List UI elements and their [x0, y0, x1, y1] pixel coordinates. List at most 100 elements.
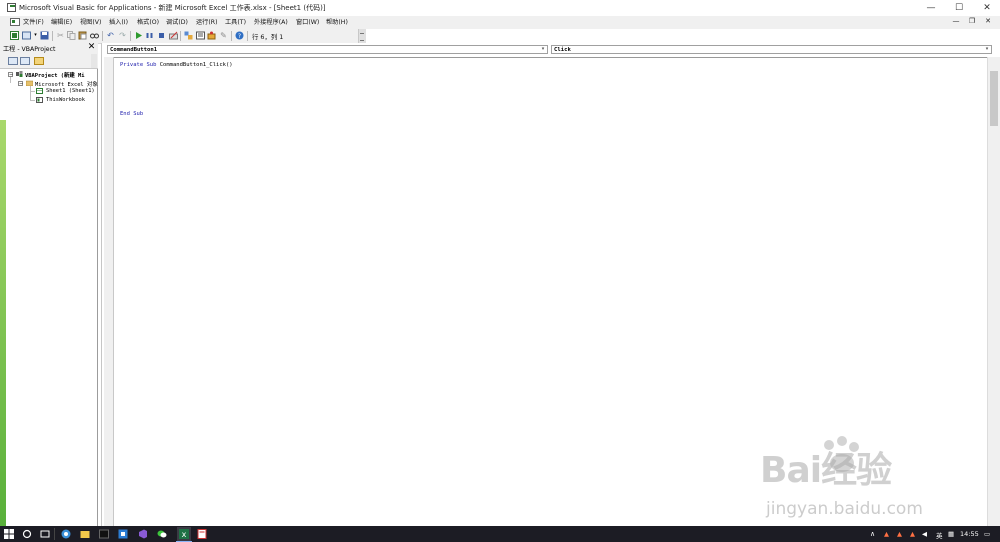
mdi-close-button[interactable]: ✕ [982, 17, 994, 25]
mdi-restore-button[interactable]: ❐ [966, 17, 978, 25]
clock[interactable]: 14:55 [960, 530, 979, 538]
document-app-icon[interactable] [197, 529, 207, 539]
menu-addins[interactable]: 外接程序(A) [254, 18, 288, 28]
taskbar-separator [54, 528, 55, 540]
worksheet-icon [36, 88, 43, 94]
menu-view[interactable]: 视图(V) [80, 18, 101, 28]
menu-window[interactable]: 窗口(W) [296, 18, 319, 28]
tray-app-icon[interactable]: ▲ [910, 530, 915, 538]
toolbox-icon[interactable]: ✎ [219, 31, 228, 40]
vba-app-icon[interactable] [7, 3, 16, 12]
view-excel-icon[interactable] [10, 31, 19, 40]
code-line-sub-declaration[interactable]: Private Sub CommandButton1_Click() [120, 62, 233, 68]
save-icon[interactable] [40, 31, 49, 40]
undo-icon[interactable]: ↶ [106, 31, 115, 40]
design-mode-icon[interactable] [169, 31, 178, 40]
properties-window-icon[interactable] [196, 31, 205, 40]
toolbar-separator [130, 31, 131, 41]
app-icon[interactable] [118, 529, 128, 539]
insert-userform-icon[interactable] [22, 31, 31, 40]
menu-file[interactable]: 文件(F) [23, 18, 44, 28]
close-project-explorer-button[interactable]: ✕ [87, 42, 96, 52]
object-combo[interactable]: CommandButton1 ▾ [107, 45, 548, 54]
toolbar-separator [52, 31, 53, 41]
wechat-icon[interactable] [157, 529, 167, 539]
project-explorer-icon[interactable] [184, 31, 193, 40]
close-window-button[interactable]: ✕ [978, 0, 996, 16]
cursor-position-status: 行 6，列 1 [252, 33, 284, 41]
tray-app-icon[interactable]: ▲ [884, 530, 889, 538]
excel-taskbar-icon[interactable]: x [177, 527, 191, 541]
browser-icon[interactable] [61, 529, 71, 539]
tree-item-sheet1[interactable]: Sheet1 (Sheet1) [46, 88, 95, 94]
file-explorer-icon[interactable] [80, 529, 90, 539]
object-browser-icon[interactable] [207, 31, 216, 40]
code-keyword: End Sub [120, 111, 144, 117]
menu-run[interactable]: 运行(R) [196, 18, 218, 28]
code-editor[interactable]: Private Sub CommandButton1_Click() End S… [114, 57, 987, 527]
project-explorer-panel: 工程 - VBAProject ✕ − VBAProject (新建 Mi − … [0, 42, 98, 526]
redo-icon[interactable]: ↷ [118, 31, 127, 40]
cortana-search-icon[interactable] [22, 529, 32, 539]
view-object-button[interactable] [20, 57, 30, 65]
run-icon[interactable] [134, 31, 143, 40]
window-title: Microsoft Visual Basic for Applications … [19, 4, 326, 12]
windows-taskbar: x ∧ ▲ ▲ ▲ ◀ 英 ▦ 14:55 ▭ [0, 526, 1000, 542]
tray-chevron-icon[interactable]: ∧ [870, 530, 875, 538]
tree-item-vbaproject[interactable]: VBAProject (新建 Mi [25, 71, 84, 79]
tree-item-thisworkbook[interactable]: ThisWorkbook [46, 97, 85, 103]
toolbar-separator [247, 31, 248, 41]
object-combo-value: CommandButton1 [110, 47, 158, 53]
code-line-end-sub[interactable]: End Sub [120, 111, 143, 117]
notification-icon[interactable]: ▭ [984, 530, 990, 538]
copy-icon[interactable] [67, 31, 76, 40]
menu-insert[interactable]: 插入(I) [109, 18, 128, 28]
tree-item-excel-objects[interactable]: Microsoft Excel 对象 [35, 80, 98, 88]
toolbar-background [366, 29, 1000, 43]
cut-icon[interactable]: ✂ [56, 31, 65, 40]
code-keyword: Private Sub [120, 62, 160, 68]
toolbar-separator [102, 31, 103, 41]
break-icon[interactable] [145, 31, 154, 40]
windows-start-icon[interactable] [4, 529, 14, 539]
input-method-indicator[interactable]: 英 [936, 530, 943, 540]
code-vertical-scrollbar[interactable] [987, 57, 1000, 526]
find-icon[interactable] [90, 31, 99, 40]
procedure-combo-value: Click [554, 47, 571, 53]
menu-format[interactable]: 格式(O) [137, 18, 159, 28]
media-app-icon[interactable] [99, 529, 109, 539]
toggle-folders-button[interactable] [34, 57, 44, 65]
tree-line [30, 86, 31, 101]
mdi-minimize-button[interactable]: — [950, 17, 962, 25]
procedure-combo[interactable]: Click ▾ [551, 45, 992, 54]
chevron-down-icon[interactable]: ▾ [983, 46, 991, 53]
maximize-button[interactable]: ☐ [950, 0, 968, 16]
title-bar: Microsoft Visual Basic for Applications … [0, 0, 1000, 17]
tree-line [30, 100, 35, 101]
standard-toolbar: ▾ ✂ ↶ ↷ ✎ ? 行 6，列 1 [0, 29, 367, 44]
minimize-button[interactable]: — [922, 0, 940, 16]
menu-tools[interactable]: 工具(T) [225, 18, 246, 28]
visual-studio-icon[interactable] [138, 529, 148, 539]
keyboard-icon[interactable]: ▦ [948, 530, 954, 538]
excel-system-icon[interactable] [10, 18, 20, 26]
menu-debug[interactable]: 调试(D) [166, 18, 188, 28]
task-view-icon[interactable] [40, 529, 50, 539]
chevron-down-icon[interactable]: ▾ [539, 46, 547, 53]
code-margin-indicator-bar[interactable] [104, 57, 114, 526]
tray-app-icon[interactable]: ▲ [897, 530, 902, 538]
view-code-button[interactable] [8, 57, 18, 65]
menu-edit[interactable]: 编辑(E) [51, 18, 72, 28]
project-explorer-scroll[interactable] [91, 54, 97, 68]
reset-icon[interactable] [157, 31, 166, 40]
scrollbar-thumb[interactable] [990, 71, 998, 126]
svg-text:?: ? [238, 33, 241, 40]
paste-icon[interactable] [78, 31, 87, 40]
menu-help[interactable]: 帮助(H) [326, 18, 348, 28]
collapse-excel-objects-toggle[interactable]: − [18, 81, 23, 87]
project-explorer-title: 工程 - VBAProject [3, 46, 56, 53]
volume-icon[interactable]: ◀ [922, 530, 927, 538]
dropdown-arrow-icon[interactable]: ▾ [31, 31, 40, 40]
workbook-icon [36, 97, 43, 103]
help-icon[interactable]: ? [235, 31, 244, 40]
